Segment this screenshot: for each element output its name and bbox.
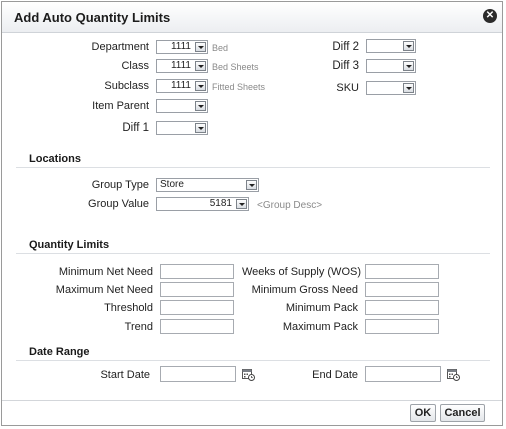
department-desc: Bed xyxy=(212,43,229,53)
ok-button[interactable]: OK xyxy=(410,404,436,422)
min-net-need-input[interactable] xyxy=(160,264,234,279)
dialog-titlebar: Add Auto Quantity Limits ✕ xyxy=(2,2,502,33)
date-range-divider xyxy=(16,360,490,361)
class-value: 1111 xyxy=(170,60,191,71)
group-type-value: Store xyxy=(160,179,184,190)
end-date-input[interactable] xyxy=(365,366,441,382)
wos-label: Weeks of Supply (WOS) xyxy=(242,266,361,278)
chevron-down-icon xyxy=(403,83,414,93)
threshold-label: Threshold xyxy=(104,302,153,314)
diff2-label: Diff 2 xyxy=(332,41,359,53)
sku-label: SKU xyxy=(336,82,359,94)
subclass-select[interactable]: 1111 xyxy=(156,79,208,93)
max-net-need-label: Maximum Net Need xyxy=(55,284,153,296)
chevron-down-icon xyxy=(195,101,206,111)
subclass-value: 1111 xyxy=(170,80,191,91)
min-gross-need-input[interactable] xyxy=(365,282,439,297)
diff1-label: Diff 1 xyxy=(122,122,149,134)
quantity-limits-divider xyxy=(16,253,490,254)
sku-select[interactable] xyxy=(366,81,416,95)
footer-divider xyxy=(2,400,502,401)
diff3-label: Diff 3 xyxy=(332,60,359,72)
min-pack-label: Minimum Pack xyxy=(285,302,358,314)
max-net-need-input[interactable] xyxy=(160,282,234,297)
end-date-label: End Date xyxy=(312,369,358,381)
diff2-select[interactable] xyxy=(366,39,416,53)
diff1-select[interactable] xyxy=(156,121,208,135)
min-net-need-label: Minimum Net Need xyxy=(58,266,153,278)
department-select[interactable]: 1111 xyxy=(156,40,208,54)
trend-input[interactable] xyxy=(160,319,234,334)
min-pack-input[interactable] xyxy=(365,300,439,315)
department-value: 1111 xyxy=(170,41,191,52)
max-pack-label: Maximum Pack xyxy=(282,321,358,333)
item-parent-select[interactable] xyxy=(156,99,208,113)
chevron-down-icon xyxy=(246,180,257,190)
chevron-down-icon xyxy=(236,199,247,209)
chevron-down-icon xyxy=(403,61,414,71)
chevron-down-icon xyxy=(403,41,414,51)
group-desc: <Group Desc> xyxy=(257,200,323,211)
chevron-down-icon xyxy=(195,42,206,52)
group-value-label: Group Value xyxy=(88,198,149,210)
chevron-down-icon xyxy=(195,81,206,91)
trend-label: Trend xyxy=(124,321,153,333)
subclass-label: Subclass xyxy=(104,80,149,92)
add-auto-quantity-limits-dialog: Add Auto Quantity Limits ✕ Department 11… xyxy=(1,1,503,426)
calendar-icon[interactable] xyxy=(447,368,460,381)
wos-input[interactable] xyxy=(365,264,439,279)
max-pack-input[interactable] xyxy=(365,319,439,334)
subclass-desc: Fitted Sheets xyxy=(212,82,266,92)
calendar-icon[interactable] xyxy=(242,368,255,381)
start-date-input[interactable] xyxy=(160,366,236,382)
group-value-value: 5181 xyxy=(209,198,232,209)
chevron-down-icon xyxy=(195,123,206,133)
locations-heading: Locations xyxy=(29,153,81,165)
date-range-heading: Date Range xyxy=(29,346,90,358)
department-label: Department xyxy=(91,41,149,53)
start-date-label: Start Date xyxy=(100,369,150,381)
cancel-button[interactable]: Cancel xyxy=(440,404,485,422)
dialog-title: Add Auto Quantity Limits xyxy=(14,10,171,25)
class-label: Class xyxy=(121,60,149,72)
group-type-select[interactable]: Store xyxy=(156,178,259,192)
class-desc: Bed Sheets xyxy=(212,62,259,72)
group-value-select[interactable]: 5181 xyxy=(156,197,249,211)
diff3-select[interactable] xyxy=(366,59,416,73)
class-select[interactable]: 1111 xyxy=(156,59,208,73)
threshold-input[interactable] xyxy=(160,300,234,315)
group-type-label: Group Type xyxy=(91,179,149,191)
locations-divider xyxy=(16,167,490,168)
quantity-limits-heading: Quantity Limits xyxy=(29,239,110,251)
close-icon[interactable]: ✕ xyxy=(483,9,497,23)
item-parent-label: Item Parent xyxy=(92,100,149,112)
chevron-down-icon xyxy=(195,61,206,71)
min-gross-need-label: Minimum Gross Need xyxy=(251,284,358,296)
